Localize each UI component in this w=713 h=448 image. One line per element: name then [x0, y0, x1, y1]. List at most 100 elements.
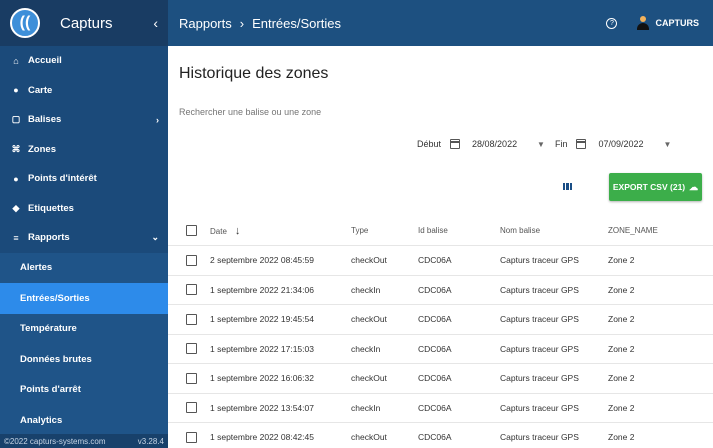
sidebar-item-accueil[interactable]: ⌂ Accueil: [0, 46, 168, 76]
cell-zone: Zone 2: [608, 373, 635, 384]
cloud-upload-icon: ☁: [689, 181, 699, 192]
row-checkbox[interactable]: [186, 372, 197, 384]
cell-zone: Zone 2: [608, 255, 635, 266]
end-calendar-icon[interactable]: [576, 139, 587, 149]
cell-zone: Zone 2: [608, 284, 635, 295]
table-row[interactable]: 1 septembre 2022 21:34:06 checkIn CDC06A…: [168, 276, 713, 305]
sidebar-subitem-analytics[interactable]: Analytics: [0, 405, 168, 436]
table-row[interactable]: 1 septembre 2022 13:54:07 checkIn CDC06A…: [168, 394, 713, 423]
breadcrumb-parent[interactable]: Rapports: [179, 16, 232, 31]
sidebar-item-label: Rapports: [28, 232, 70, 244]
search-input[interactable]: [179, 107, 479, 117]
sidebar-subitem-label: Analytics: [20, 414, 63, 426]
user-avatar-icon[interactable]: [637, 16, 650, 30]
column-header-date[interactable]: Date ↓: [210, 225, 351, 237]
cell-type: checkIn: [351, 402, 381, 413]
table-row[interactable]: 1 septembre 2022 19:45:54 checkOut CDC06…: [168, 305, 713, 335]
row-checkbox[interactable]: [186, 431, 197, 443]
sidebar-subitem-alertes[interactable]: Alertes: [0, 253, 168, 284]
sidebar-subitem-label: Température: [20, 323, 77, 335]
cell-id-balise: CDC06A: [418, 402, 452, 413]
sidebar-item-balises[interactable]: ▢ Balises ›: [0, 105, 168, 135]
sidebar-item-label: Zones: [28, 143, 56, 155]
start-date-dropdown-icon[interactable]: ▼: [537, 140, 545, 149]
sort-arrow-down-icon[interactable]: ↓: [235, 225, 241, 237]
capturs-logo-icon: ((: [10, 8, 40, 38]
cell-date: 1 septembre 2022 08:42:45: [210, 432, 314, 443]
column-header-zone-name[interactable]: ZONE_NAME: [608, 226, 688, 235]
end-date-label: Fin: [554, 139, 568, 149]
table-row[interactable]: 1 septembre 2022 16:06:32 checkOut CDC06…: [168, 364, 713, 394]
start-date-value: 28/08/2022: [472, 139, 518, 149]
username[interactable]: CAPTURS: [655, 18, 699, 28]
row-checkbox[interactable]: [186, 284, 197, 296]
sidebar-item-zones[interactable]: ⌘ Zones: [0, 135, 168, 165]
cell-date: 2 septembre 2022 08:45:59: [210, 255, 314, 266]
tag-icon: ▢: [11, 114, 21, 125]
cell-nom-balise: Capturs traceur GPS: [500, 373, 579, 384]
columns-icon[interactable]: [563, 183, 572, 190]
cell-id-balise: CDC06A: [418, 314, 452, 325]
cell-id-balise: CDC06A: [418, 255, 452, 266]
table-row[interactable]: 1 septembre 2022 08:42:45 checkOut CDC06…: [168, 423, 713, 448]
sidebar-item-etiquettes[interactable]: ◆ Etiquettes: [0, 194, 168, 224]
end-date-field[interactable]: 07/09/2022 ▼: [598, 139, 681, 149]
sidebar-item-label: Etiquettes: [28, 202, 74, 214]
sidebar-subitem-label: Entrées/Sorties: [20, 292, 90, 304]
cell-nom-balise: Capturs traceur GPS: [500, 343, 579, 354]
chevron-right-icon: ›: [156, 114, 159, 125]
app-title: Capturs: [60, 14, 113, 32]
select-all-checkbox[interactable]: [186, 225, 197, 236]
cell-type: checkIn: [351, 284, 381, 295]
column-header-id-balise[interactable]: Id balise: [418, 226, 500, 235]
sidebar-subitem-entrees-sorties[interactable]: Entrées/Sorties: [0, 283, 168, 314]
export-csv-button[interactable]: EXPORT CSV (21) ☁: [609, 173, 702, 201]
cell-date: 1 septembre 2022 16:06:32: [210, 373, 314, 384]
column-header-type[interactable]: Type: [351, 226, 418, 235]
end-date-value: 07/09/2022: [598, 139, 644, 149]
sidebar-subitem-donnees-brutes[interactable]: Données brutes: [0, 344, 168, 375]
sidebar-item-carte[interactable]: ● Carte: [0, 76, 168, 106]
cell-zone: Zone 2: [608, 402, 635, 413]
sidebar-subitem-label: Données brutes: [20, 353, 92, 365]
end-date-dropdown-icon[interactable]: ▼: [663, 140, 671, 149]
sidebar-subitem-label: Alertes: [20, 262, 53, 274]
cell-nom-balise: Capturs traceur GPS: [500, 402, 579, 413]
version-text: v3.28.4: [137, 436, 164, 446]
top-right-actions: ? CAPTURS: [606, 16, 713, 30]
start-date-field[interactable]: 28/08/2022 ▼: [472, 139, 555, 149]
start-date-label: Début: [417, 139, 442, 149]
cell-type: checkOut: [351, 314, 387, 325]
start-calendar-icon[interactable]: [450, 139, 461, 149]
row-checkbox[interactable]: [186, 254, 197, 266]
help-icon[interactable]: ?: [606, 17, 618, 29]
breadcrumb-separator-icon: ›: [239, 15, 245, 31]
sidebar-item-points-interet[interactable]: ● Points d'intérêt: [0, 164, 168, 194]
sidebar-subitem-label: Points d'arrêt: [20, 384, 81, 396]
cell-id-balise: CDC06A: [418, 284, 452, 295]
export-csv-label: EXPORT CSV (21): [612, 182, 686, 192]
zones-icon: ⌘: [11, 143, 21, 154]
sidebar-item-label: Points d'intérêt: [28, 173, 97, 185]
column-header-nom-balise[interactable]: Nom balise: [500, 226, 608, 235]
cell-nom-balise: Capturs traceur GPS: [500, 314, 579, 325]
row-checkbox[interactable]: [186, 402, 197, 414]
sidebar-item-label: Carte: [28, 84, 53, 96]
sidebar-subitem-points-arret[interactable]: Points d'arrêt: [0, 375, 168, 406]
row-checkbox[interactable]: [186, 313, 197, 325]
table-row[interactable]: 2 septembre 2022 08:45:59 checkOut CDC06…: [168, 246, 713, 276]
cell-zone: Zone 2: [608, 343, 635, 354]
sidebar-item-label: Accueil: [28, 55, 62, 67]
rapports-submenu: Alertes Entrées/Sorties Température Donn…: [0, 252, 168, 436]
table-row[interactable]: 1 septembre 2022 17:15:03 checkIn CDC06A…: [168, 335, 713, 364]
sidebar-header: (( Capturs ‹: [0, 0, 168, 46]
cell-type: checkOut: [351, 432, 387, 443]
sidebar-item-rapports[interactable]: ≡ Rapports ⌄: [0, 223, 168, 253]
cell-type: checkOut: [351, 255, 387, 266]
cell-nom-balise: Capturs traceur GPS: [500, 432, 579, 443]
cell-type: checkOut: [351, 373, 387, 384]
sidebar-footer: ©2022 capturs-systems.com v3.28.4: [0, 434, 168, 448]
sidebar-subitem-temperature[interactable]: Température: [0, 314, 168, 345]
collapse-sidebar-icon[interactable]: ‹: [153, 15, 158, 31]
row-checkbox[interactable]: [186, 343, 197, 355]
